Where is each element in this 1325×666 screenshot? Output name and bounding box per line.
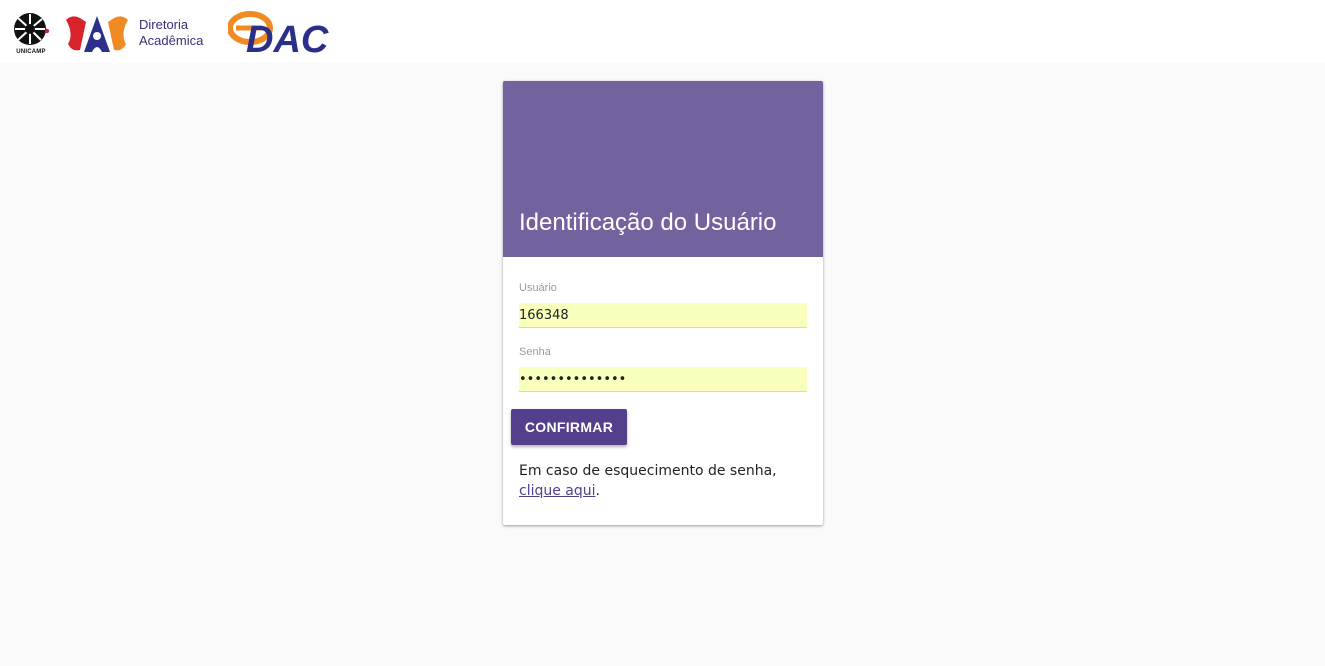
unicamp-logo-text: UNICAMP [16,49,46,55]
dac-name-line1: Diretoria [139,17,189,32]
username-input[interactable] [519,303,807,328]
card-header: Identificação do Usuário [503,81,823,257]
dac-name-line2: Acadêmica [139,33,204,48]
edac-logo-text: DAC [246,19,329,58]
username-label: Usuário [519,282,557,294]
forgot-password-link[interactable]: clique aqui [519,483,596,499]
confirm-button[interactable]: CONFIRMAR [511,409,627,445]
login-card: Identificação do Usuário Usuário Senha C… [503,81,823,525]
password-label: Senha [519,346,551,358]
forgot-password-period: . [595,483,600,499]
password-input[interactable] [519,367,807,392]
dac-logo[interactable] [66,12,128,56]
edac-logo[interactable]: DAC [228,10,364,58]
dac-name: Diretoria Acadêmica [139,17,203,49]
card-title: Identificação do Usuário [519,209,777,236]
forgot-password-message: Em caso de esquecimento de senha, [519,463,777,479]
top-header: UNICAMP Diretoria Acadêmica DAC [0,0,1325,63]
forgot-password-text: Em caso de esquecimento de senha, clique… [519,461,809,501]
